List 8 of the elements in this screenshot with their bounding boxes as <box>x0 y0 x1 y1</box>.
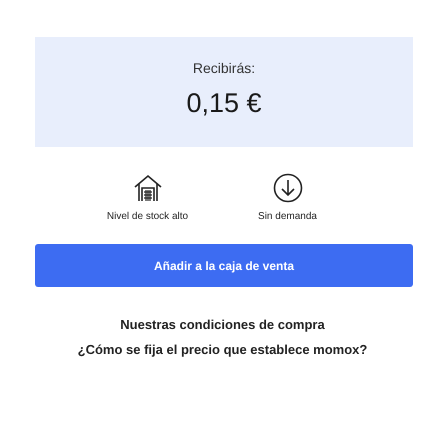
price-amount: 0,15 € <box>186 87 262 119</box>
indicator-label: Nivel de stock alto <box>106 210 188 224</box>
info-link[interactable]: ¿Cómo se fija el precio que establece momox? <box>78 343 368 357</box>
add-to-cart-button[interactable]: Añadir a la caja de venta <box>35 244 413 287</box>
info-link[interactable]: Nuestras condiciones de compra <box>120 318 325 332</box>
warehouse-icon <box>132 173 162 203</box>
indicator-label: Sin demanda <box>258 210 317 224</box>
price-label: Recibirás: <box>192 59 256 77</box>
